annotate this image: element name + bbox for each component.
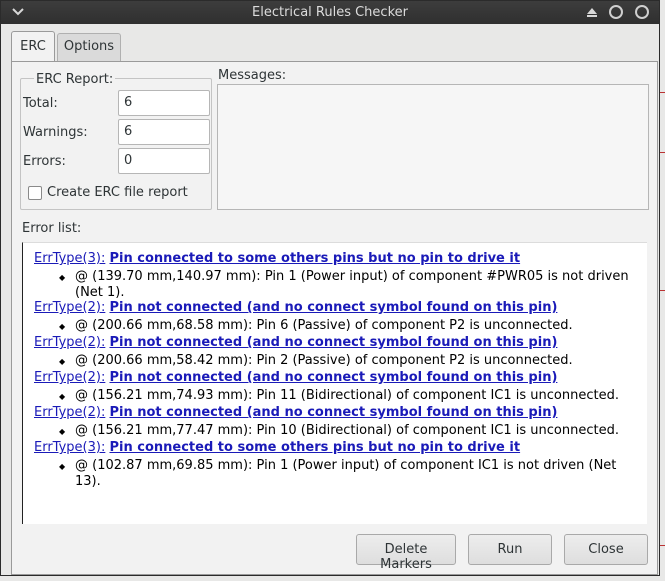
error-heading[interactable]: ErrType(2): Pin not connected (and no co… [34, 300, 557, 315]
maximize-button[interactable] [635, 5, 649, 19]
warnings-label: Warnings: [23, 125, 88, 140]
error-heading[interactable]: ErrType(2): Pin not connected (and no co… [34, 335, 557, 350]
error-list[interactable]: ErrType(3): Pin connected to some others… [22, 242, 647, 524]
run-button[interactable]: Run [468, 534, 552, 565]
error-list-label: Error list: [22, 221, 82, 236]
error-detail: @ (200.66 mm,68.58 mm): Pin 6 (Passive) … [75, 318, 573, 333]
error-title-link[interactable]: Pin not connected (and no connect symbol… [109, 405, 557, 420]
error-title-link[interactable]: Pin not connected (and no connect symbol… [109, 370, 557, 385]
circle-icon [635, 5, 649, 19]
close-button[interactable]: Close [564, 534, 648, 565]
tab-erc[interactable]: ERC [11, 31, 55, 62]
error-heading[interactable]: ErrType(2): Pin not connected (and no co… [34, 370, 557, 385]
erc-report-label: ERC Report: [34, 72, 116, 87]
errors-label: Errors: [23, 154, 66, 169]
errors-field[interactable]: 0 [118, 148, 210, 174]
error-title-link[interactable]: Pin not connected (and no connect symbol… [109, 300, 557, 315]
error-type-link[interactable]: ErrType(2): [34, 300, 105, 315]
diamond-bullet-icon: ◆ [59, 462, 66, 471]
error-detail: @ (156.21 mm,74.93 mm): Pin 11 (Bidirect… [75, 388, 619, 403]
create-erc-file-checkbox[interactable] [28, 186, 42, 200]
diamond-bullet-icon: ◆ [59, 273, 66, 282]
tab-options[interactable]: Options [57, 33, 121, 61]
circle-icon [609, 5, 623, 19]
messages-label: Messages: [218, 68, 287, 83]
diamond-bullet-icon: ◆ [59, 427, 66, 436]
error-title-link[interactable]: Pin connected to some others pins but no… [109, 440, 520, 455]
error-type-link[interactable]: ErrType(3): [34, 440, 105, 455]
diamond-bullet-icon: ◆ [59, 392, 66, 401]
erc-dialog: Electrical Rules Checker ERC Options ERC… [0, 0, 660, 576]
total-field[interactable]: 6 [118, 90, 210, 116]
delete-markers-button[interactable]: Delete Markers [356, 534, 456, 572]
error-detail: @ (156.21 mm,77.47 mm): Pin 10 (Bidirect… [75, 423, 619, 438]
error-heading[interactable]: ErrType(3): Pin connected to some others… [34, 440, 520, 455]
messages-textarea[interactable] [217, 84, 649, 210]
error-heading[interactable]: ErrType(2): Pin not connected (and no co… [34, 405, 557, 420]
desktop-background-right [660, 0, 665, 581]
error-type-link[interactable]: ErrType(2): [34, 370, 105, 385]
diamond-bullet-icon: ◆ [59, 322, 66, 331]
desktop-background-bottom [0, 576, 665, 581]
error-title-link[interactable]: Pin connected to some others pins but no… [109, 251, 520, 266]
create-erc-file-label[interactable]: Create ERC file report [47, 185, 188, 200]
error-type-link[interactable]: ErrType(2): [34, 405, 105, 420]
shade-triangle-icon[interactable] [585, 5, 599, 19]
diamond-bullet-icon: ◆ [59, 357, 66, 366]
error-heading[interactable]: ErrType(3): Pin connected to some others… [34, 251, 520, 266]
warnings-field[interactable]: 6 [118, 119, 210, 145]
total-label: Total: [23, 96, 58, 111]
window-title: Electrical Rules Checker [252, 5, 408, 20]
error-detail: @ (200.66 mm,58.42 mm): Pin 2 (Passive) … [75, 353, 573, 368]
error-type-link[interactable]: ErrType(2): [34, 335, 105, 350]
error-detail: @ (139.70 mm,140.97 mm): Pin 1 (Power in… [75, 269, 629, 300]
titlebar[interactable]: Electrical Rules Checker [1, 1, 659, 24]
erc-panel: ERC Report: Total: 6 Warnings: 6 Errors:… [11, 61, 658, 575]
error-detail: @ (102.87 mm,69.85 mm): Pin 1 (Power inp… [75, 458, 617, 489]
error-title-link[interactable]: Pin not connected (and no connect symbol… [109, 335, 557, 350]
error-type-link[interactable]: ErrType(3): [34, 251, 105, 266]
minimize-button[interactable] [609, 5, 623, 19]
